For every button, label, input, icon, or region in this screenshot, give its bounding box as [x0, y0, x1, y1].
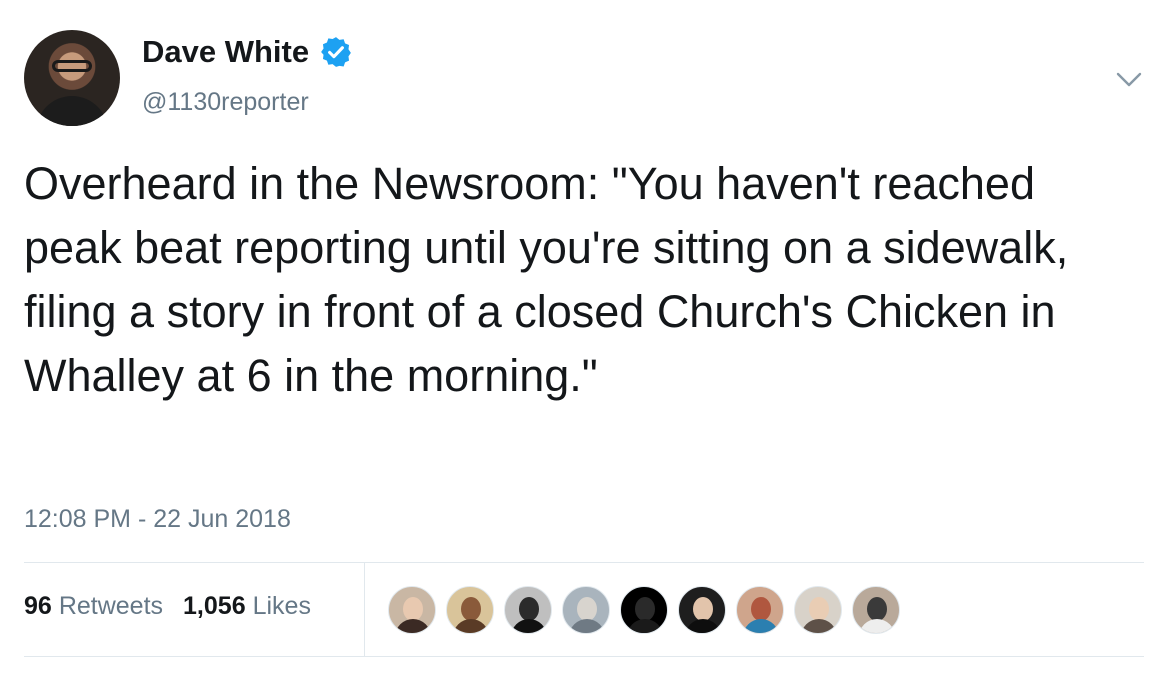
liker-avatar[interactable]: [504, 586, 552, 634]
divider: [24, 562, 1144, 563]
author-handle[interactable]: @1130reporter: [142, 88, 309, 117]
author-avatar[interactable]: [24, 30, 120, 126]
liker-avatar[interactable]: [562, 586, 610, 634]
author-display-name[interactable]: Dave White: [142, 34, 309, 70]
liker-avatar[interactable]: [794, 586, 842, 634]
stats-separator: [364, 563, 365, 656]
liker-avatar[interactable]: [852, 586, 900, 634]
divider: [24, 656, 1144, 657]
tweet-stats: 96 Retweets 1,056 Likes: [24, 592, 331, 621]
likes-label: Likes: [252, 592, 311, 620]
liker-avatar[interactable]: [736, 586, 784, 634]
retweets-count: 96: [24, 592, 52, 620]
chevron-down-icon[interactable]: [1114, 64, 1144, 94]
verified-badge-icon: [321, 37, 351, 67]
retweets-label: Retweets: [58, 592, 164, 620]
likes-count: 1,056: [183, 592, 246, 620]
liker-avatar[interactable]: [620, 586, 668, 634]
retweets-stat[interactable]: 96 Retweets: [24, 592, 163, 621]
liker-avatars: [388, 586, 910, 634]
avatar-shirt: [36, 96, 108, 126]
tweet-text: Overheard in the Newsroom: "You haven't …: [24, 158, 1069, 401]
author-name-row[interactable]: Dave White: [142, 34, 353, 70]
liker-avatar[interactable]: [388, 586, 436, 634]
likes-stat[interactable]: 1,056 Likes: [183, 592, 311, 621]
tweet-timestamp[interactable]: 12:08 PM - 22 Jun 2018: [24, 505, 291, 534]
liker-avatar[interactable]: [446, 586, 494, 634]
liker-avatar[interactable]: [678, 586, 726, 634]
avatar-glasses: [52, 60, 92, 72]
